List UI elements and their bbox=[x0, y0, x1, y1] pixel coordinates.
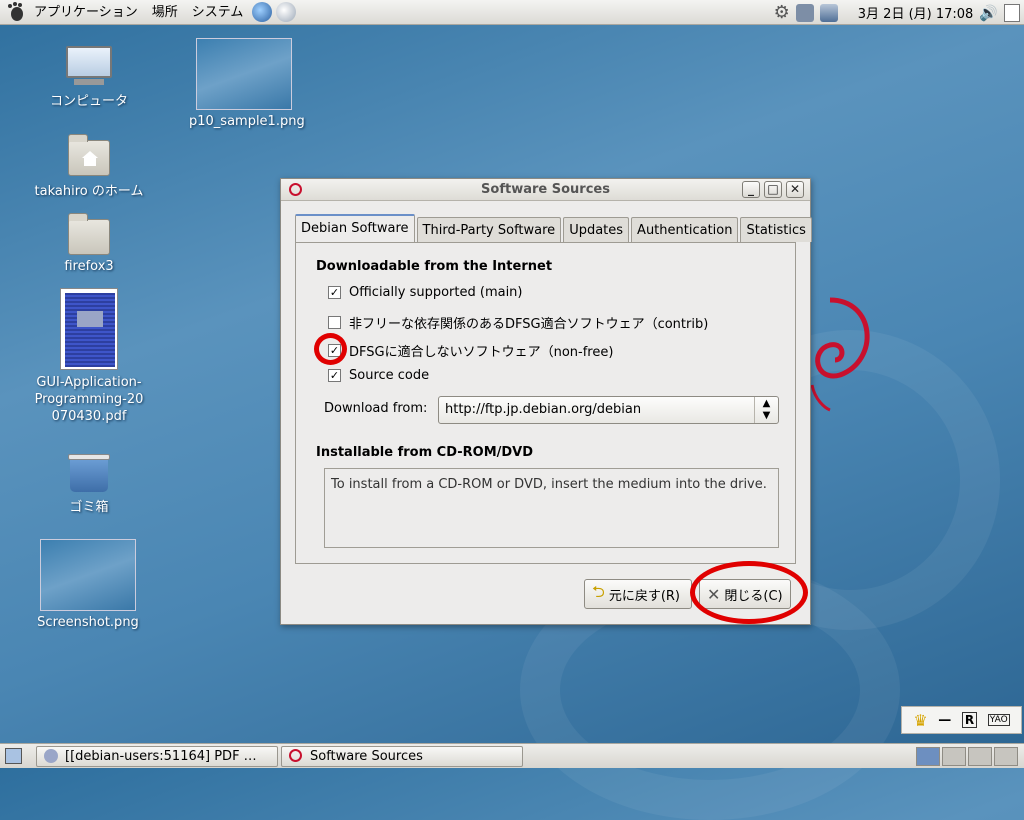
trash-icon bbox=[68, 450, 110, 492]
image-thumbnail-icon bbox=[196, 38, 292, 110]
dash-icon[interactable]: — bbox=[938, 713, 951, 728]
option-label: 非フリーな依存関係のあるDFSG適合ソフトウェア（contrib) bbox=[349, 317, 709, 332]
option-label: DFSGに適合しないソフトウェア（non-free) bbox=[349, 345, 614, 360]
pdf-document-icon bbox=[60, 288, 118, 370]
desktop-icon-trash[interactable]: ゴミ箱 bbox=[34, 450, 144, 515]
volume-icon[interactable]: 🔊 bbox=[979, 4, 998, 22]
option-label: Officially supported (main) bbox=[349, 285, 523, 300]
folder-icon bbox=[68, 213, 110, 255]
desktop-icon-computer[interactable]: コンピュータ bbox=[34, 46, 144, 109]
desktop-icon-label: p10_sample1.png bbox=[189, 114, 305, 129]
panel-tray: ⚙ 3月 2日 (月) 17:08 🔊 bbox=[774, 0, 1020, 25]
desktop-icon-pdf[interactable]: GUI-Application-Programming-20070430.pdf bbox=[34, 288, 144, 425]
notification-area: ♛ — R YAO bbox=[901, 706, 1022, 734]
combo-arrows-icon[interactable]: ▲ ▼ bbox=[754, 397, 778, 423]
revert-button[interactable]: ⮌ 元に戻す(R) bbox=[584, 579, 692, 609]
revert-arrow-icon: ⮌ bbox=[592, 581, 605, 601]
tab-debian-software[interactable]: Debian Software bbox=[295, 214, 415, 242]
computer-icon bbox=[66, 46, 112, 86]
mail-launcher-icon[interactable] bbox=[276, 2, 297, 22]
bottom-panel: [[debian-users:51164] PDF … Software Sou… bbox=[0, 743, 1024, 768]
close-button-label: 閉じる(C) bbox=[724, 588, 783, 604]
maximize-button[interactable]: □ bbox=[764, 181, 782, 198]
app-icon[interactable] bbox=[289, 183, 302, 196]
show-desktop-icon[interactable] bbox=[1004, 3, 1020, 22]
desktop-icon-label: ゴミ箱 bbox=[69, 500, 109, 515]
option-main[interactable]: ✓ Officially supported (main) bbox=[328, 285, 523, 300]
network-icon[interactable] bbox=[819, 3, 838, 22]
task-label: [[debian-users:51164] PDF … bbox=[65, 749, 257, 764]
tab-third-party-software[interactable]: Third-Party Software bbox=[416, 217, 562, 242]
desktop-icon-label: GUI-Application-Programming-20070430.pdf bbox=[34, 375, 144, 424]
keyboard-icon[interactable]: YAO bbox=[987, 714, 1010, 726]
download-from-label: Download from: bbox=[324, 401, 428, 416]
workspace-4[interactable] bbox=[994, 747, 1018, 766]
tab-authentication[interactable]: Authentication bbox=[631, 217, 739, 242]
cdrom-info-text: To install from a CD-ROM or DVD, insert … bbox=[331, 477, 767, 492]
checkbox-main[interactable]: ✓ bbox=[328, 286, 341, 299]
checkbox-source-code[interactable]: ✓ bbox=[328, 369, 341, 382]
debian-logo bbox=[810, 297, 870, 412]
window-titlebar[interactable]: Software Sources _ □ ✕ bbox=[281, 179, 810, 201]
cdrom-info-box: To install from a CD-ROM or DVD, insert … bbox=[324, 468, 779, 548]
user-icon[interactable] bbox=[795, 3, 814, 22]
workspace-1[interactable] bbox=[916, 747, 940, 766]
tab-bar: Debian Software Third-Party Software Upd… bbox=[295, 214, 814, 242]
tab-updates[interactable]: Updates bbox=[563, 217, 630, 242]
checkbox-contrib[interactable] bbox=[328, 316, 341, 329]
menu-places[interactable]: 場所 bbox=[145, 0, 185, 25]
download-server-select[interactable]: http://ftp.jp.debian.org/debian ▲ ▼ bbox=[438, 396, 779, 424]
tab-statistics[interactable]: Statistics bbox=[740, 217, 812, 242]
option-label: Source code bbox=[349, 368, 430, 383]
browser-launcher-icon[interactable] bbox=[252, 2, 273, 22]
taskbar-item-pdf-mail[interactable]: [[debian-users:51164] PDF … bbox=[36, 746, 278, 767]
show-desktop-button-icon[interactable] bbox=[5, 748, 22, 764]
crown-icon[interactable]: ♛ bbox=[913, 711, 927, 730]
workspace-3[interactable] bbox=[968, 747, 992, 766]
section-title-internet: Downloadable from the Internet bbox=[316, 259, 553, 274]
desktop-icon-label: コンピュータ bbox=[49, 94, 128, 109]
section-title-cdrom: Installable from CD-ROM/DVD bbox=[316, 445, 534, 460]
home-folder-icon bbox=[68, 134, 110, 176]
taskbar-item-software-sources[interactable]: Software Sources bbox=[281, 746, 523, 767]
option-non-free[interactable]: ✓ DFSGに適合しないソフトウェア（non-free) bbox=[328, 341, 613, 360]
desktop-icon-p10-sample[interactable]: p10_sample1.png bbox=[189, 38, 305, 129]
checkbox-non-free[interactable]: ✓ bbox=[328, 344, 341, 357]
r-icon[interactable]: R bbox=[961, 712, 978, 728]
software-sources-window: Software Sources _ □ ✕ Debian Software T… bbox=[280, 178, 814, 625]
desktop-icon-label: Screenshot.png bbox=[37, 615, 139, 630]
mail-client-icon bbox=[44, 749, 58, 763]
close-button[interactable]: ✕ 閉じる(C) bbox=[699, 579, 791, 609]
desktop-icon-label: takahiro のホーム bbox=[34, 184, 144, 199]
desktop-icon-screenshot[interactable]: Screenshot.png bbox=[33, 539, 143, 630]
workspace-2[interactable] bbox=[942, 747, 966, 766]
clock[interactable]: 3月 2日 (月) 17:08 bbox=[858, 3, 974, 22]
debian-software-panel: Downloadable from the Internet ✓ Officia… bbox=[295, 242, 796, 564]
desktop-icon-label: firefox3 bbox=[64, 259, 114, 274]
image-thumbnail-icon bbox=[40, 539, 136, 611]
close-window-button[interactable]: ✕ bbox=[786, 181, 804, 198]
desktop-icon-home[interactable]: takahiro のホーム bbox=[34, 134, 144, 199]
top-panel: アプリケーション 場所 システム ⚙ 3月 2日 (月) 17:08 🔊 bbox=[0, 0, 1024, 25]
option-source-code[interactable]: ✓ Source code bbox=[328, 368, 429, 383]
revert-button-label: 元に戻す(R) bbox=[608, 588, 681, 604]
software-sources-icon bbox=[289, 749, 302, 762]
download-server-value: http://ftp.jp.debian.org/debian bbox=[445, 402, 642, 417]
menu-applications[interactable]: アプリケーション bbox=[27, 0, 145, 25]
task-label: Software Sources bbox=[310, 749, 423, 764]
option-contrib[interactable]: 非フリーな依存関係のあるDFSG適合ソフトウェア（contrib) bbox=[328, 313, 708, 332]
gnome-foot-icon[interactable] bbox=[5, 1, 27, 23]
settings-gear-icon[interactable]: ⚙ bbox=[774, 2, 790, 23]
menu-system[interactable]: システム bbox=[185, 0, 251, 25]
window-title: Software Sources bbox=[481, 182, 610, 197]
close-x-icon: ✕ bbox=[707, 584, 721, 604]
desktop-icon-firefox3[interactable]: firefox3 bbox=[34, 213, 144, 274]
minimize-button[interactable]: _ bbox=[742, 181, 760, 198]
